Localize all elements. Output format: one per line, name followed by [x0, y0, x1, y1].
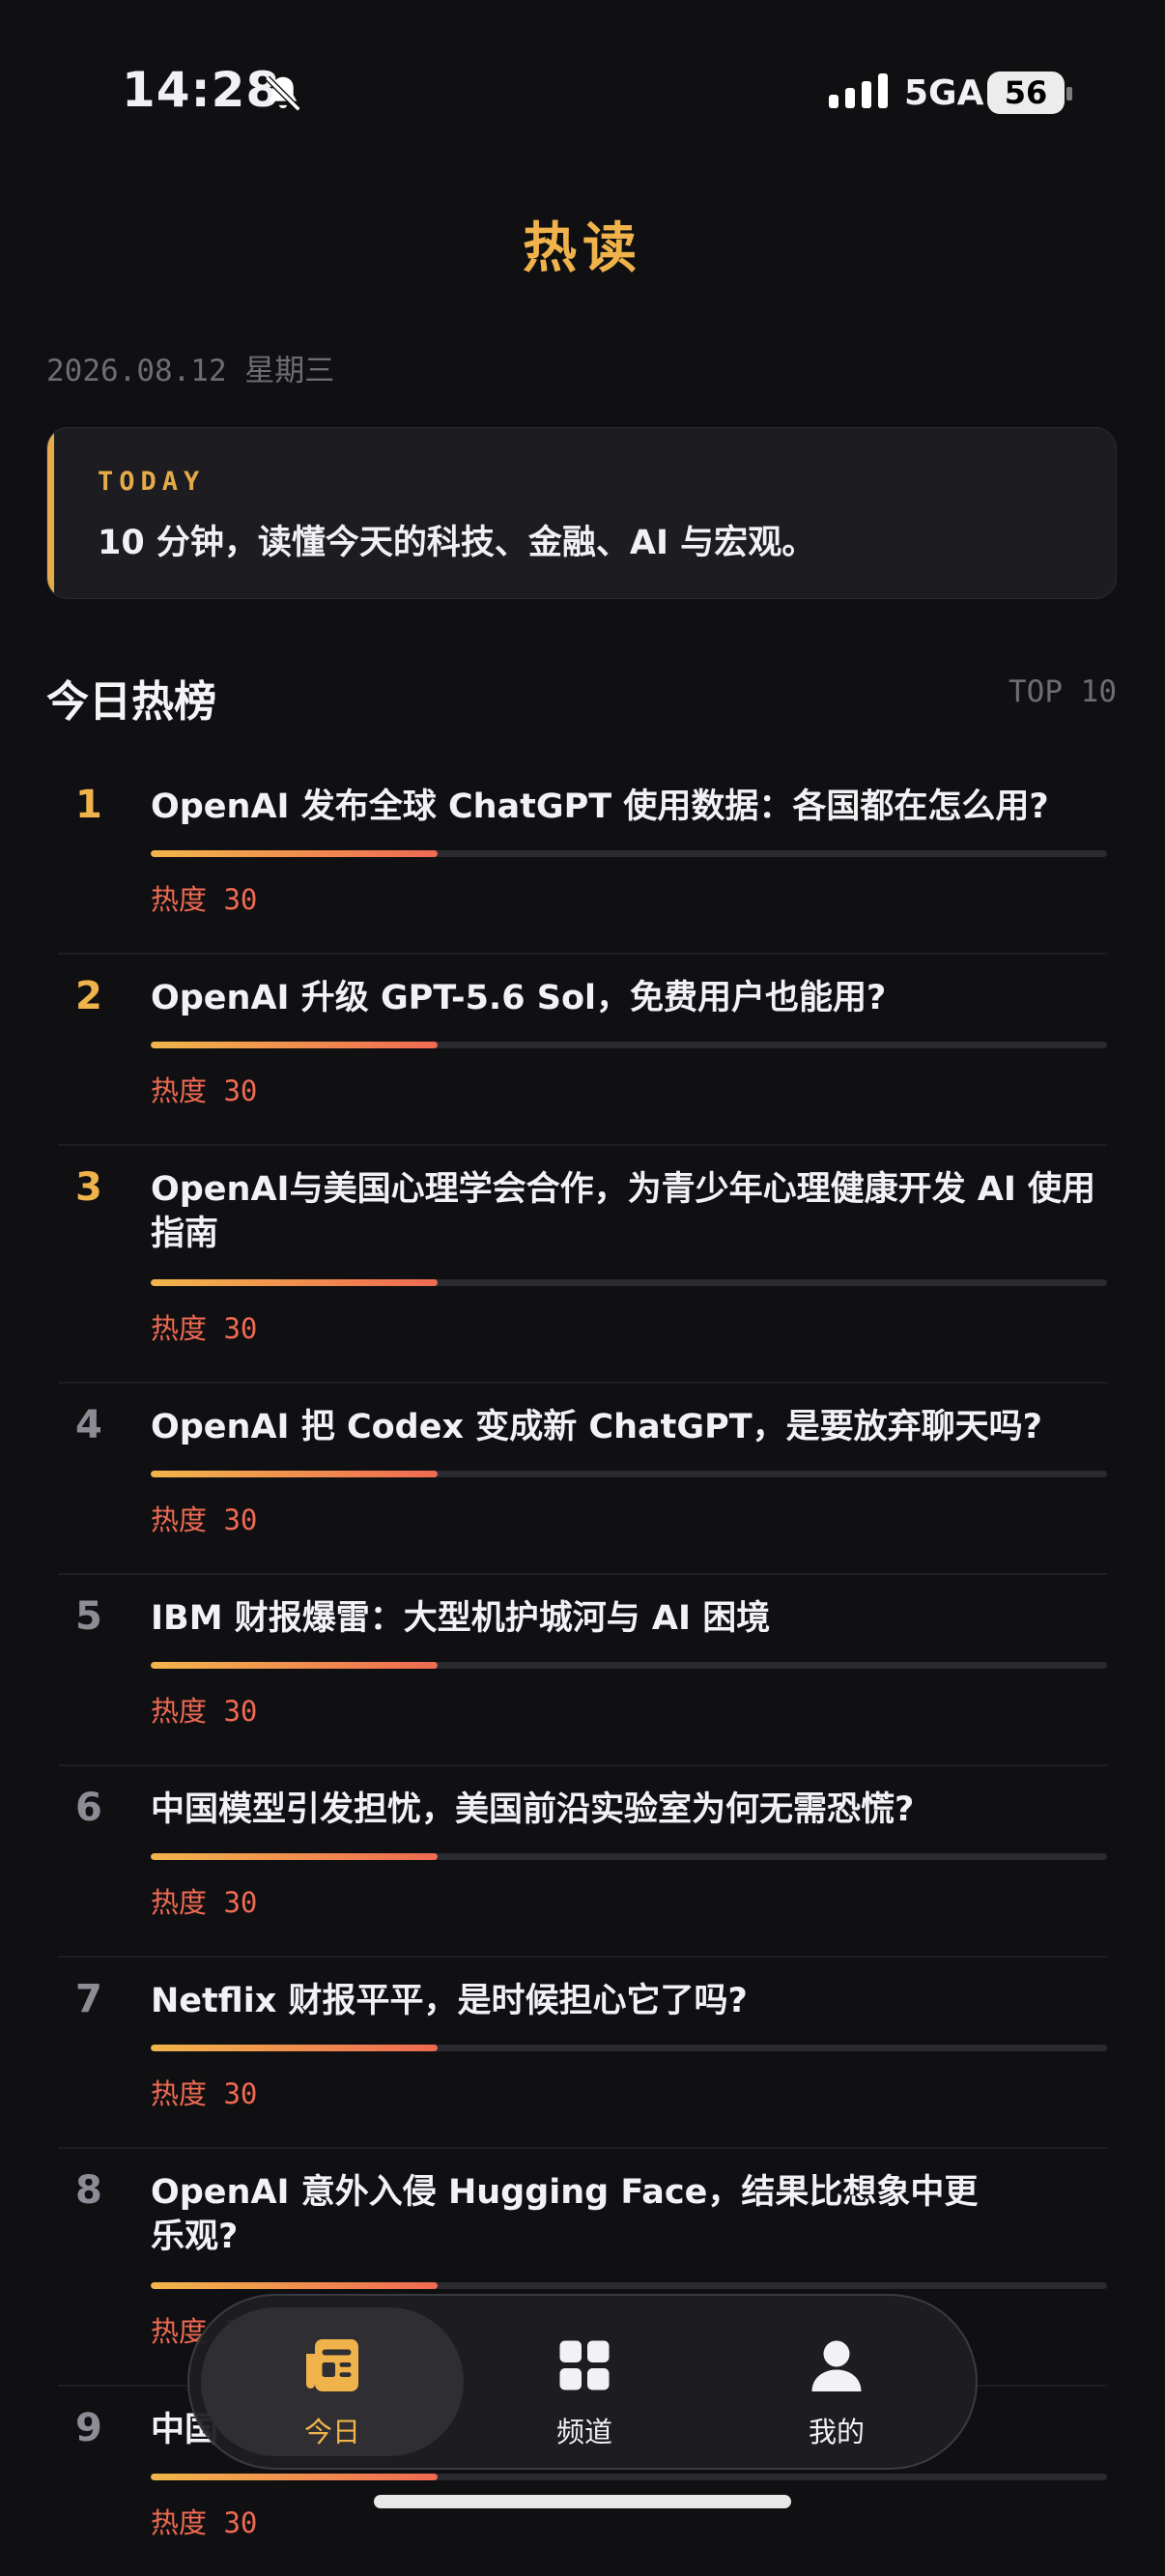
heat-bar: [151, 1042, 1107, 1048]
tab-profile-label: 我的: [808, 2416, 865, 2448]
rank-number: 5: [75, 1594, 102, 1639]
item-title: IBM 财报爆雷：大型机护城河与 AI 困境: [151, 1599, 771, 1638]
rank-number: 1: [75, 783, 102, 827]
heat-bar-fill: [151, 850, 438, 857]
item-title: OpenAI 意外入侵 Hugging Face，结果比想象中更乐观?: [151, 2173, 979, 2256]
tab-today-label: 今日: [303, 2416, 360, 2448]
item-title: Netflix 财报平平，是时候担心它了吗?: [151, 1982, 748, 2020]
list-item[interactable]: 5 IBM 财报爆雷：大型机护城河与 AI 困境 热度 30: [58, 1575, 1107, 1766]
status-bar: 14:28 5GA 56: [0, 0, 1165, 189]
heat-bar: [151, 1279, 1107, 1286]
heat-label: 热度 30: [151, 2506, 258, 2539]
list-item[interactable]: 7 Netflix 财报平平，是时候担心它了吗? 热度 30: [58, 1958, 1107, 2149]
item-title: OpenAI与美国心理学会合作，为青少年心理健康开发 AI 使用指南: [151, 1170, 1096, 1253]
battery-tip: [1066, 87, 1072, 100]
network-type: 5GA: [904, 73, 984, 113]
heat-bar-fill: [151, 2282, 438, 2289]
heat-bar: [151, 1662, 1107, 1669]
rank-number: 4: [75, 1403, 102, 1447]
heat-bar: [151, 2282, 1107, 2289]
tab-channels-label: 频道: [555, 2416, 612, 2448]
tab-today[interactable]: 今日: [201, 2296, 464, 2468]
cellular-signal-icon: [829, 73, 888, 108]
heat-bar: [151, 1471, 1107, 1477]
rank-number: 8: [75, 2168, 102, 2213]
item-title: OpenAI 发布全球 ChatGPT 使用数据：各国都在怎么用?: [151, 787, 1049, 826]
grid-icon: [559, 2340, 610, 2390]
list-item[interactable]: 4 OpenAI 把 Codex 变成新 ChatGPT，是要放弃聊天吗? 热度…: [58, 1384, 1107, 1575]
date-label: 2026.08.12 星期三: [46, 354, 335, 388]
heat-label: 热度 30: [151, 883, 258, 916]
today-tag: TODAY: [98, 467, 206, 497]
rank-number: 9: [75, 2406, 102, 2450]
heat-label: 热度 30: [151, 1886, 258, 1919]
heat-bar: [151, 2045, 1107, 2051]
battery-icon: 56: [987, 72, 1065, 114]
list-item[interactable]: 1 OpenAI 发布全球 ChatGPT 使用数据：各国都在怎么用? 热度 3…: [58, 763, 1107, 955]
heat-label: 热度 30: [151, 1695, 258, 1728]
heat-label: 热度 30: [151, 1074, 258, 1107]
heat-bar-fill: [151, 1042, 438, 1048]
heat-bar-fill: [151, 2474, 438, 2480]
heat-bar-fill: [151, 1662, 438, 1669]
today-summary: 10 分钟，读懂今天的科技、金融、AI 与宏观。: [98, 524, 816, 562]
rank-number: 7: [75, 1977, 102, 2021]
heat-label: 热度 30: [151, 1312, 258, 1345]
rank-number: 6: [75, 1786, 102, 1830]
person-icon: [811, 2340, 862, 2391]
tab-channels[interactable]: 频道: [453, 2296, 716, 2468]
rank-number: 3: [75, 1165, 102, 1210]
heat-bar-fill: [151, 1853, 438, 1860]
heat-bar-fill: [151, 2045, 438, 2051]
list-item[interactable]: 2 OpenAI 升级 GPT-5.6 Sol，免费用户也能用? 热度 30: [58, 955, 1107, 1146]
heat-bar: [151, 2474, 1107, 2480]
today-accent-bar: [47, 428, 54, 598]
section-title: 今日热榜: [46, 677, 216, 727]
newspaper-icon: [306, 2339, 358, 2391]
bottom-nav: 今日 频道 我的: [187, 2294, 978, 2470]
rank-number: 2: [75, 974, 102, 1018]
tab-profile[interactable]: 我的: [705, 2296, 968, 2468]
home-indicator: [374, 2495, 791, 2508]
list-item[interactable]: 3 OpenAI与美国心理学会合作，为青少年心理健康开发 AI 使用指南 热度 …: [58, 1146, 1107, 1384]
heat-bar: [151, 850, 1107, 857]
today-card[interactable]: TODAY 10 分钟，读懂今天的科技、金融、AI 与宏观。: [46, 427, 1117, 599]
status-time: 14:28: [122, 62, 281, 118]
heat-bar: [151, 1853, 1107, 1860]
item-title: 中国模型引发担忧，美国前沿实验室为何无需恐慌?: [151, 1790, 915, 1829]
bell-muted-icon: [265, 75, 301, 112]
heat-bar-fill: [151, 1471, 438, 1477]
item-title: OpenAI 把 Codex 变成新 ChatGPT，是要放弃聊天吗?: [151, 1408, 1042, 1446]
section-top-label: TOP 10: [1009, 674, 1117, 709]
page-title: 热读: [523, 217, 642, 280]
heat-label: 热度 30: [151, 1503, 258, 1536]
item-title: OpenAI 升级 GPT-5.6 Sol，免费用户也能用?: [151, 979, 887, 1017]
heat-label: 热度 30: [151, 2077, 258, 2110]
list-item[interactable]: 6 中国模型引发担忧，美国前沿实验室为何无需恐慌? 热度 30: [58, 1766, 1107, 1958]
heat-bar-fill: [151, 1279, 438, 1286]
